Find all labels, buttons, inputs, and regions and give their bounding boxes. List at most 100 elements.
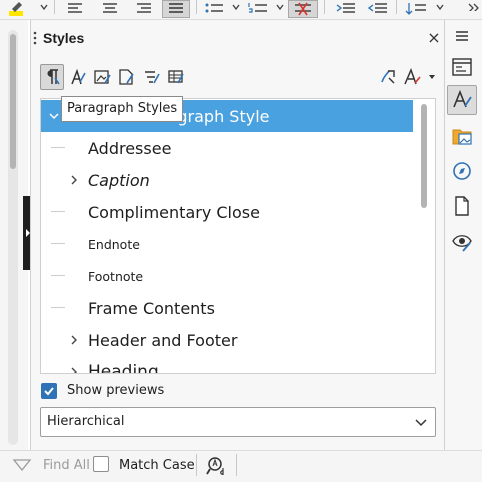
- tree-scrollbar-thumb[interactable]: [421, 104, 427, 208]
- styles-actions-button[interactable]: [402, 66, 436, 88]
- find-replace-icon: [206, 457, 224, 475]
- list-styles-icon: [145, 71, 160, 84]
- style-filter-select[interactable]: Hierarchical: [40, 407, 436, 437]
- styles-tree[interactable]: ragraph Style Addressee Caption Complime…: [40, 98, 436, 374]
- tree-item-label: Footnote: [88, 268, 144, 284]
- justify-icon: [169, 3, 183, 13]
- tree-item-caption[interactable]: Caption: [41, 164, 413, 196]
- tab-navigator[interactable]: [447, 156, 477, 186]
- ordered-list-button[interactable]: [246, 0, 270, 18]
- separator: [396, 0, 397, 14]
- chevron-down-icon[interactable]: [276, 3, 284, 11]
- separator: [54, 0, 55, 14]
- numbered-list-icon: [248, 3, 267, 13]
- tooltip: Paragraph Styles: [61, 96, 184, 122]
- tree-item-header-and-footer[interactable]: Header and Footer: [41, 324, 413, 356]
- align-left-icon: [68, 3, 82, 13]
- indent-icon: [336, 3, 355, 13]
- tree-item-label: Header and Footer: [88, 330, 238, 350]
- separator: [324, 0, 325, 14]
- tree-item-frame-contents[interactable]: Frame Contents: [41, 292, 413, 324]
- tab-style-inspector[interactable]: [447, 227, 477, 257]
- tree-item-label: Frame Contents: [88, 298, 215, 318]
- list-styles-button[interactable]: [140, 64, 164, 90]
- chevron-right-icon[interactable]: [68, 174, 80, 186]
- unordered-list-button[interactable]: [202, 0, 226, 18]
- funnel-icon[interactable]: [12, 459, 32, 471]
- tree-item-addressee[interactable]: Addressee: [41, 132, 413, 164]
- menu-icon[interactable]: [455, 30, 469, 42]
- chevron-down-icon[interactable]: [40, 3, 48, 11]
- paragraph-styles-icon: [47, 69, 60, 85]
- tree-item-label: Endnote: [88, 236, 140, 252]
- frame-styles-icon: [94, 70, 111, 84]
- tree-item-label: Complimentary Close: [88, 202, 260, 222]
- find-replace-button[interactable]: [204, 454, 230, 478]
- tree-item-complimentary-close[interactable]: Complimentary Close: [41, 196, 413, 228]
- show-previews-label[interactable]: Show previews: [67, 383, 164, 398]
- tree-item-endnote[interactable]: Endnote: [41, 228, 413, 260]
- chevron-down-icon[interactable]: [232, 3, 240, 11]
- deck-title: Styles: [43, 30, 85, 46]
- outdent-icon: [368, 3, 387, 13]
- frame-styles-button[interactable]: [90, 64, 114, 90]
- highlight-color-button[interactable]: [6, 0, 30, 18]
- bullet-list-icon: [205, 3, 223, 13]
- page-icon: [455, 196, 469, 216]
- chevron-down-icon: [429, 75, 435, 79]
- justify-button[interactable]: [162, 0, 190, 18]
- separator: [196, 0, 197, 14]
- increase-indent-button[interactable]: [334, 0, 358, 18]
- character-styles-button[interactable]: [66, 64, 90, 90]
- grip-icon[interactable]: [33, 31, 37, 45]
- chevron-right-double-icon[interactable]: [468, 3, 480, 11]
- fill-format-mode-icon: [381, 70, 395, 84]
- table-styles-button[interactable]: [164, 64, 188, 90]
- chevron-right-icon[interactable]: [68, 366, 80, 374]
- navigator-icon: [453, 162, 471, 180]
- close-icon[interactable]: ×: [427, 30, 441, 46]
- show-previews-checkbox[interactable]: [41, 383, 57, 399]
- highlighter-icon: [9, 2, 23, 16]
- find-all-button[interactable]: Find All: [43, 458, 90, 473]
- chevron-down-icon[interactable]: [48, 110, 60, 122]
- no-list-button[interactable]: [288, 0, 318, 18]
- align-right-icon: [137, 3, 151, 13]
- align-center-icon: [103, 3, 117, 13]
- align-left-button[interactable]: [64, 0, 88, 18]
- tree-item-label: Addressee: [88, 138, 172, 158]
- tab-styles[interactable]: [447, 85, 477, 115]
- checkmark-icon: [44, 387, 54, 396]
- align-center-button[interactable]: [98, 0, 122, 18]
- chevron-down-icon: [415, 419, 427, 427]
- styles-actions-icon: [404, 67, 421, 85]
- tree-item-heading[interactable]: Heading: [41, 356, 413, 374]
- tree-item-label: Heading: [88, 362, 159, 374]
- tree-item-footnote[interactable]: Footnote: [41, 260, 413, 292]
- line-spacing-button[interactable]: [404, 0, 428, 18]
- document-scrollbar-thumb[interactable]: [10, 34, 16, 169]
- styles-icon: [453, 89, 472, 108]
- tab-page[interactable]: [447, 191, 477, 221]
- line-spacing-icon: [405, 3, 426, 15]
- tab-properties[interactable]: [447, 52, 477, 82]
- no-list-icon: [295, 2, 311, 16]
- page-styles-button[interactable]: [114, 64, 138, 90]
- separator: [236, 454, 237, 476]
- chevron-right-icon[interactable]: [68, 334, 80, 346]
- tab-gallery[interactable]: [447, 121, 477, 151]
- tree-item-label: Caption: [88, 170, 150, 190]
- match-case-label[interactable]: Match Case: [119, 458, 195, 473]
- fill-format-mode-button[interactable]: [377, 66, 399, 88]
- align-right-button[interactable]: [132, 0, 156, 18]
- select-value: Hierarchical: [47, 414, 125, 429]
- decrease-indent-button[interactable]: [366, 0, 390, 18]
- gallery-icon: [452, 129, 472, 145]
- properties-icon: [452, 58, 472, 76]
- table-styles-icon: [168, 70, 184, 84]
- separator: [196, 454, 197, 476]
- paragraph-styles-button[interactable]: [40, 64, 64, 90]
- match-case-checkbox[interactable]: [93, 456, 109, 472]
- style-inspector-icon: [452, 235, 472, 252]
- chevron-down-icon[interactable]: [436, 3, 444, 11]
